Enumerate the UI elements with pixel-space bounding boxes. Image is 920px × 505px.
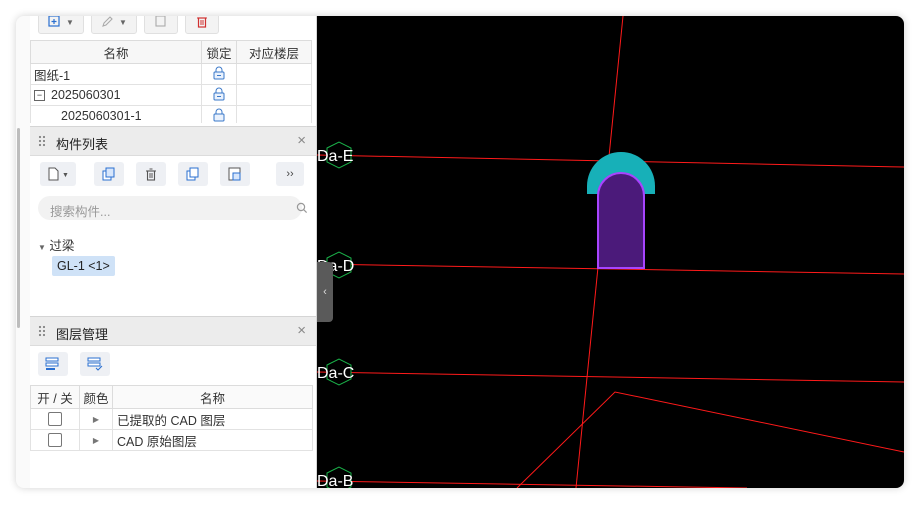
properties-icon <box>228 167 241 181</box>
lock-cell[interactable] <box>201 105 237 123</box>
lock-cell[interactable] <box>201 84 237 106</box>
search-placeholder: 搜索构件... <box>50 205 111 219</box>
axis-label-text: Da-C <box>317 365 354 382</box>
collapse-icon[interactable]: − <box>34 90 45 102</box>
lock-icon <box>213 66 225 79</box>
layer-panel-header: 图层管理 × <box>30 316 316 346</box>
table-row[interactable]: 图纸-1 <box>30 63 312 85</box>
layer-checkbox[interactable] <box>48 412 62 427</box>
edit-drawing-button[interactable]: ▼ <box>91 16 137 34</box>
left-gutter <box>16 16 31 488</box>
cad-drawing[interactable]: Da-E Da-D Da-C Da-B <box>317 16 904 488</box>
lock-icon <box>213 87 225 100</box>
column-header-lock: 锁定 <box>201 40 237 64</box>
axis-label-e[interactable]: Da-E <box>317 141 353 169</box>
more-tools-button[interactable]: ›› <box>276 162 304 186</box>
drag-handle-icon[interactable] <box>38 325 45 337</box>
door-opening-shape[interactable] <box>597 172 645 269</box>
layer-filter-button[interactable] <box>80 352 110 376</box>
component-panel-header: 构件列表 × <box>30 126 316 156</box>
new-file-icon: ▼ <box>48 167 69 181</box>
axis-label-text: Da-B <box>317 473 353 488</box>
caret-right-icon[interactable]: ▶ <box>93 436 99 445</box>
row-name: 2025060301-1 <box>30 105 202 123</box>
caret-right-icon[interactable]: ▶ <box>93 415 99 424</box>
toggle-cell[interactable] <box>30 429 80 451</box>
axis-label-b[interactable]: Da-B <box>317 466 353 488</box>
panel-title: 图层管理 <box>56 327 109 342</box>
lock-cell[interactable] <box>201 63 237 85</box>
svg-text:▼: ▼ <box>62 172 69 179</box>
app-window: ▼ ▼ 名称 锁定 对应楼层 图纸-1 − 2025060301 2025060… <box>16 16 904 488</box>
new-component-button[interactable]: ▼ <box>40 162 76 186</box>
edit-icon <box>102 16 113 27</box>
copy-component-button[interactable] <box>94 162 124 186</box>
axis-line-b <box>317 480 748 488</box>
duplicate-component-button[interactable] <box>178 162 208 186</box>
table-row[interactable]: 2025060301-1 <box>30 105 312 123</box>
column-header-floor: 对应楼层 <box>236 40 312 64</box>
cad-canvas[interactable]: Da-E Da-D Da-C Da-B <box>317 16 904 488</box>
axis-label-text: Da-E <box>317 148 353 165</box>
axis-line-c <box>317 371 904 383</box>
trash-icon <box>197 17 207 28</box>
layer-table: 开 / 关 颜色 名称 ▶ 已提取的 CAD 图层 ▶ CAD 原始图层 <box>30 385 313 451</box>
floor-cell[interactable] <box>236 105 312 123</box>
drawing-table: 名称 锁定 对应楼层 图纸-1 −2025060301 2025060301-1 <box>30 40 312 123</box>
drawing-toolbar: ▼ ▼ <box>30 16 316 38</box>
export-icon <box>155 16 166 27</box>
axis-label-c[interactable]: Da-C <box>317 358 354 386</box>
layers-icon <box>45 357 59 370</box>
delete-drawing-button[interactable] <box>185 16 219 34</box>
close-icon[interactable]: × <box>297 132 306 149</box>
column-header-toggle: 开 / 关 <box>30 385 80 409</box>
layer-name: CAD 原始图层 <box>112 429 313 451</box>
table-row[interactable]: −2025060301 <box>30 84 312 106</box>
table-row[interactable]: ▶ CAD 原始图层 <box>30 429 313 451</box>
column-header-name: 名称 <box>112 385 313 409</box>
delete-component-button[interactable] <box>136 162 166 186</box>
row-name: 图纸-1 <box>30 63 202 85</box>
table-header-row: 开 / 关 颜色 名称 <box>30 385 313 409</box>
component-properties-button[interactable] <box>220 162 250 186</box>
side-panels: ▼ ▼ 名称 锁定 对应楼层 图纸-1 − 2025060301 2025060… <box>30 16 317 488</box>
copy-icon <box>102 167 115 181</box>
gutter-scrollbar[interactable] <box>17 128 20 328</box>
layers-check-icon <box>87 357 103 371</box>
close-icon[interactable]: × <box>297 322 306 339</box>
tree-item-selected[interactable]: GL-1 <1> <box>52 256 115 276</box>
caret-down-icon[interactable]: ▼ <box>38 243 46 252</box>
drawing-panel: ▼ ▼ 名称 锁定 对应楼层 图纸-1 − 2025060301 2025060… <box>30 16 316 123</box>
table-row[interactable]: ▶ 已提取的 CAD 图层 <box>30 408 313 430</box>
add-drawing-button[interactable]: ▼ <box>38 16 84 34</box>
floor-cell[interactable] <box>236 63 312 85</box>
tree-category-label: 过梁 <box>49 239 75 253</box>
collapse-panel-button[interactable]: ‹ <box>317 262 333 322</box>
boundary-line <box>516 391 904 488</box>
floor-cell[interactable] <box>236 84 312 106</box>
panel-title: 构件列表 <box>56 137 109 152</box>
row-name-cell: −2025060301 <box>30 84 202 106</box>
duplicate-icon <box>186 167 199 181</box>
add-icon <box>48 16 60 27</box>
search-icon[interactable] <box>296 202 308 214</box>
tree-category[interactable]: ▼ 过梁 <box>38 235 74 254</box>
color-cell[interactable]: ▶ <box>79 408 113 430</box>
layer-settings-button[interactable] <box>38 352 68 376</box>
trash-icon <box>146 168 156 181</box>
column-header-color: 颜色 <box>79 385 113 409</box>
layer-name: 已提取的 CAD 图层 <box>112 408 313 430</box>
table-header-row: 名称 锁定 对应楼层 <box>30 40 312 64</box>
drag-handle-icon[interactable] <box>38 135 45 147</box>
layer-checkbox[interactable] <box>48 433 62 448</box>
chevron-down-icon: ▼ <box>119 17 127 27</box>
color-cell[interactable]: ▶ <box>79 429 113 451</box>
column-header-name: 名称 <box>30 40 202 64</box>
chevron-down-icon: ▼ <box>66 17 74 27</box>
export-drawing-button[interactable] <box>144 16 178 34</box>
row-name: 2025060301 <box>51 88 121 102</box>
lock-icon <box>213 108 225 121</box>
toggle-cell[interactable] <box>30 408 80 430</box>
